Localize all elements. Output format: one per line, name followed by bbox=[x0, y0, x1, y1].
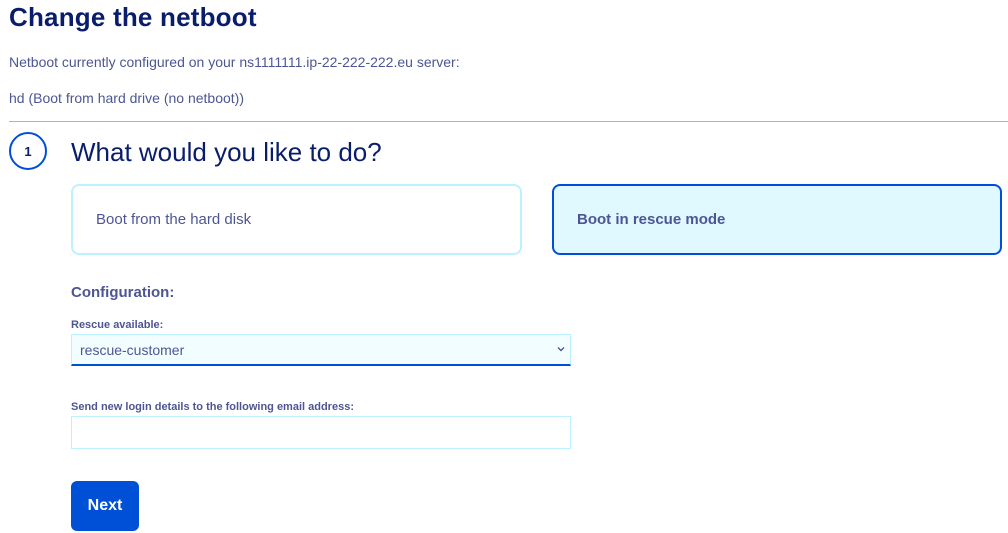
divider bbox=[9, 121, 1008, 122]
step-number-badge: 1 bbox=[9, 132, 47, 170]
option-boot-hard-disk[interactable]: Boot from the hard disk bbox=[71, 184, 522, 255]
rescue-select[interactable]: rescue-customer bbox=[71, 334, 571, 366]
email-input[interactable] bbox=[71, 416, 571, 449]
email-label: Send new login details to the following … bbox=[71, 401, 354, 413]
option-boot-rescue-mode-label: Boot in rescue mode bbox=[577, 211, 726, 228]
current-config-value: hd (Boot from hard drive (no netboot)) bbox=[9, 90, 245, 106]
configuration-heading: Configuration: bbox=[71, 284, 175, 301]
rescue-select-value: rescue-customer bbox=[80, 341, 185, 358]
option-boot-rescue-mode[interactable]: Boot in rescue mode bbox=[552, 184, 1002, 255]
option-boot-hard-disk-label: Boot from the hard disk bbox=[96, 211, 252, 228]
next-button[interactable]: Next bbox=[71, 481, 139, 531]
current-config-text: Netboot currently configured on your ns1… bbox=[9, 54, 460, 70]
step-title: What would you like to do? bbox=[71, 137, 382, 167]
page-title: Change the netboot bbox=[9, 2, 257, 32]
rescue-available-label: Rescue available: bbox=[71, 319, 164, 331]
chevron-down-icon bbox=[557, 347, 565, 352]
